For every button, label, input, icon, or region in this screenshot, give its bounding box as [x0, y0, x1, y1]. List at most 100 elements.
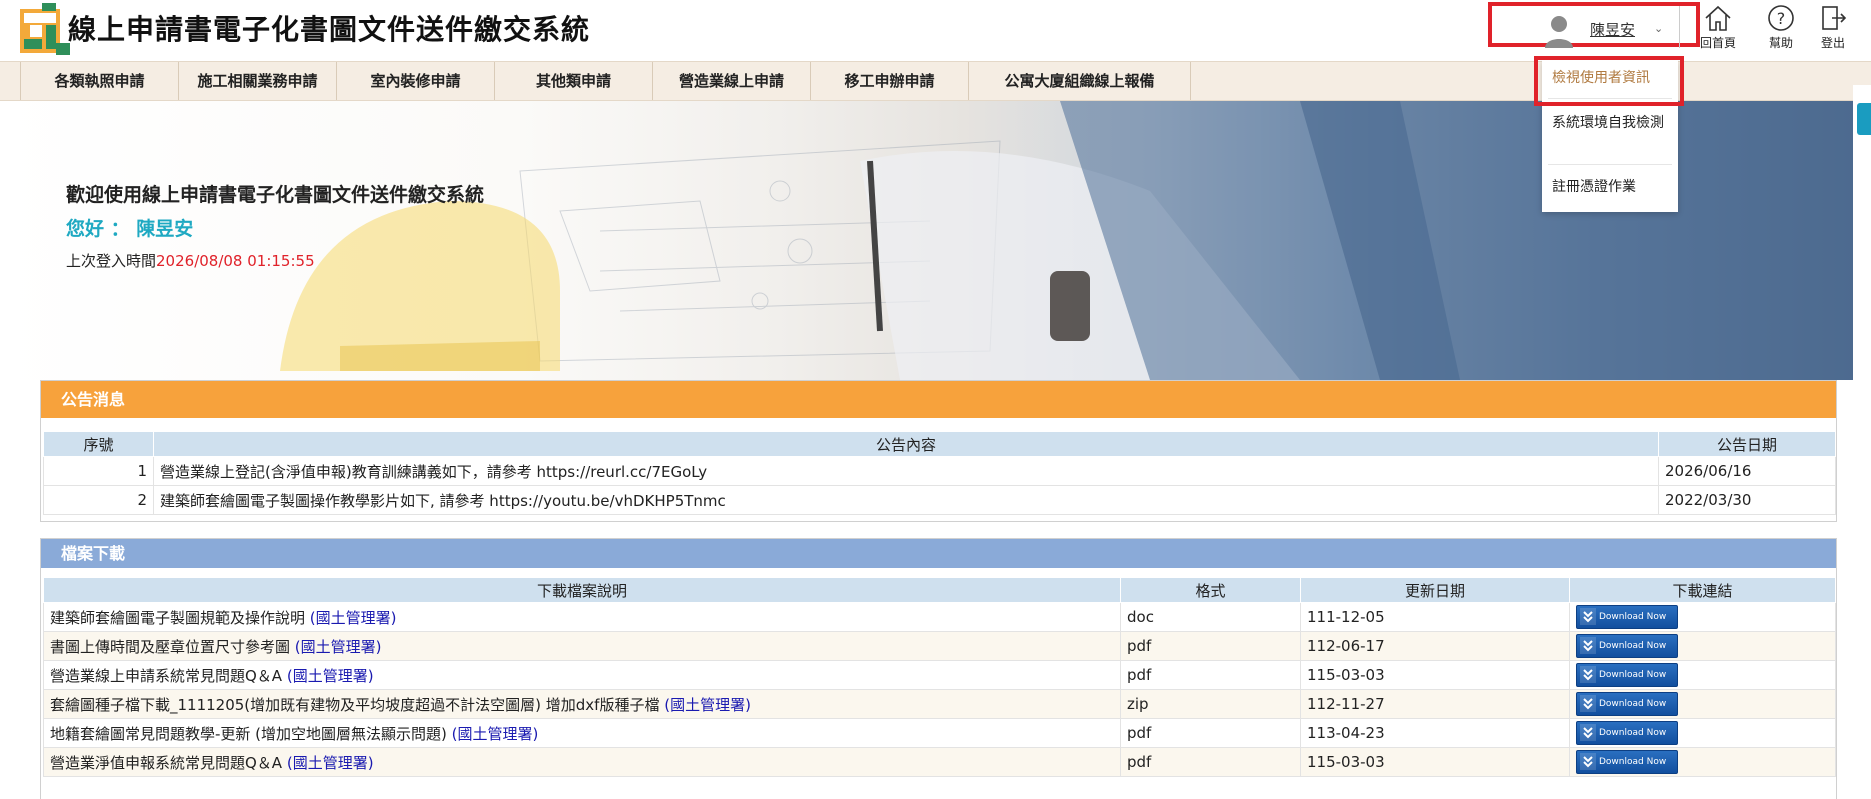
file-desc: 營造業淨值申報系統常見問題Q＆A (國土管理署): [43, 747, 1121, 777]
download-now-button[interactable]: Download Now: [1576, 750, 1678, 774]
files-title: 檔案下載: [41, 539, 1836, 568]
file-format: pdf: [1120, 660, 1301, 690]
source-link[interactable]: (國土管理署): [295, 638, 382, 656]
download-now-button[interactable]: Download Now: [1576, 692, 1678, 716]
help-label: 幫助: [1768, 36, 1793, 50]
menu-divider: [1548, 98, 1672, 99]
chevron-down-icon: ⌄: [1654, 22, 1664, 35]
notice-title: 公告消息: [41, 381, 1836, 418]
notice-table: 序號 公告內容 公告日期 1 營造業線上登記(含淨值申報)教育訓練講義如下，請參…: [43, 431, 1836, 515]
file-format: pdf: [1120, 631, 1301, 661]
nav-item-contractor-online[interactable]: 營造業線上申請: [653, 62, 811, 100]
col-header-content: 公告內容: [153, 431, 1659, 457]
logout-button[interactable]: 登出: [1810, 4, 1856, 54]
col-header-format: 格式: [1120, 577, 1301, 603]
file-updated: 115-03-03: [1300, 747, 1570, 777]
file-format: pdf: [1120, 718, 1301, 748]
col-header-link: 下載連結: [1569, 577, 1836, 603]
download-icon: [1580, 666, 1596, 683]
user-dropdown-menu: 檢視使用者資訊 系統環境自我檢測 註冊憑證作業: [1534, 56, 1684, 212]
right-edge: [1853, 85, 1871, 799]
file-desc: 建築師套繪圖電子製圖規範及操作說明 (國土管理署): [43, 602, 1121, 632]
app-header: 線上申請書電子化書圖文件送件繳交系統 陳昱安 ⌄ 回首頁 ? 幫助 登出: [0, 0, 1871, 61]
nav-item-condo-organization[interactable]: 公寓大廈組織線上報備: [969, 62, 1191, 100]
notice-date: 2026/06/16: [1658, 456, 1836, 486]
file-link-cell: Download Now: [1569, 747, 1836, 777]
nav-item-interior-renovation[interactable]: 室內裝修申請: [337, 62, 495, 100]
source-link[interactable]: (國土管理署): [452, 725, 539, 743]
notice-no: 2: [43, 485, 154, 515]
download-now-button[interactable]: Download Now: [1576, 634, 1678, 658]
table-row: 營造業淨值申報系統常見問題Q＆A (國土管理署) pdf 115-03-03 D…: [43, 747, 1836, 777]
last-login-time: 2026/08/08 01:15:55: [156, 252, 315, 270]
header-divider: [1679, 6, 1680, 48]
download-icon: [1580, 608, 1596, 625]
user-name-link[interactable]: 陳昱安: [1590, 19, 1635, 40]
app-title: 線上申請書電子化書圖文件送件繳交系統: [68, 13, 591, 46]
nav-item-license-application[interactable]: 各類執照申請: [21, 62, 179, 100]
download-now-button[interactable]: Download Now: [1576, 721, 1678, 745]
file-format: doc: [1120, 602, 1301, 632]
file-desc: 地籍套繪圖常見問題教學-更新 (增加空地圖層無法顯示問題) (國土管理署): [43, 718, 1121, 748]
file-desc: 套繪圖種子檔下載_1111205(增加既有建物及平均坡度超過不計法空圖層) 增加…: [43, 689, 1121, 719]
file-format: zip: [1120, 689, 1301, 719]
system-logo-icon: [20, 3, 70, 55]
logout-label: 登出: [1820, 36, 1845, 50]
file-updated: 111-12-05: [1300, 602, 1570, 632]
file-download-panel: 檔案下載 下載檔案說明 格式 更新日期 下載連結 建築師套繪圖電子製圖規範及操作…: [40, 538, 1837, 799]
table-row: 1 營造業線上登記(含淨值申報)教育訓練講義如下，請參考 https://reu…: [43, 456, 1836, 486]
col-header-date: 公告日期: [1658, 431, 1836, 457]
table-row: 建築師套繪圖電子製圖規範及操作說明 (國土管理署) doc 111-12-05 …: [43, 602, 1836, 632]
nav-item-construction-services[interactable]: 施工相關業務申請: [179, 62, 337, 100]
last-login-info: 上次登入時間2026/08/08 01:15:55: [66, 250, 315, 271]
file-link-cell: Download Now: [1569, 660, 1836, 690]
file-format: pdf: [1120, 747, 1301, 777]
download-icon: [1580, 695, 1596, 712]
svg-text:?: ?: [1777, 9, 1786, 28]
col-header-updated: 更新日期: [1300, 577, 1570, 603]
download-now-button[interactable]: Download Now: [1576, 605, 1678, 629]
nav-item-migrant-worker[interactable]: 移工申辦申請: [811, 62, 969, 100]
file-updated: 115-03-03: [1300, 660, 1570, 690]
download-now-button[interactable]: Download Now: [1576, 663, 1678, 687]
menu-divider: [1548, 164, 1672, 165]
nav-item-other-applications[interactable]: 其他類申請: [495, 62, 653, 100]
home-button[interactable]: 回首頁: [1695, 4, 1741, 54]
table-row: 地籍套繪圖常見問題教學-更新 (增加空地圖層無法顯示問題) (國土管理署) pd…: [43, 718, 1836, 748]
notice-no: 1: [43, 456, 154, 486]
col-header-desc: 下載檔案說明: [43, 577, 1121, 603]
file-desc: 書圖上傳時間及壓章位置尺寸參考圖 (國土管理署): [43, 631, 1121, 661]
notice-panel: 公告消息 序號 公告內容 公告日期 1 營造業線上登記(含淨值申報)教育訓練講義…: [40, 380, 1837, 522]
source-link[interactable]: (國土管理署): [287, 667, 374, 685]
file-link-cell: Download Now: [1569, 631, 1836, 661]
file-download-table: 下載檔案說明 格式 更新日期 下載連結 建築師套繪圖電子製圖規範及操作說明 (國…: [43, 577, 1836, 777]
last-login-label: 上次登入時間: [66, 252, 157, 270]
file-link-cell: Download Now: [1569, 602, 1836, 632]
notice-content[interactable]: 營造業線上登記(含淨值申報)教育訓練講義如下，請參考 https://reurl…: [153, 456, 1659, 486]
file-desc: 營造業線上申請系統常見問題Q＆A (國土管理署): [43, 660, 1121, 690]
logout-icon: [1822, 6, 1847, 30]
source-link[interactable]: (國土管理署): [310, 609, 397, 627]
home-icon: [1705, 5, 1731, 31]
table-row: 套繪圖種子檔下載_1111205(增加既有建物及平均坡度超過不計法空圖層) 增加…: [43, 689, 1836, 719]
download-icon: [1580, 753, 1596, 770]
menu-item-view-user-info[interactable]: 檢視使用者資訊: [1552, 70, 1670, 86]
side-panel-tab[interactable]: [1857, 103, 1871, 135]
user-avatar-icon: [1545, 16, 1573, 48]
col-header-no: 序號: [43, 431, 154, 457]
welcome-message: 歡迎使用線上申請書電子化書圖文件送件繳交系統: [66, 184, 485, 206]
table-row: 營造業線上申請系統常見問題Q＆A (國土管理署) pdf 115-03-03 D…: [43, 660, 1836, 690]
help-icon: ?: [1768, 5, 1794, 31]
home-label: 回首頁: [1699, 36, 1736, 50]
notice-date: 2022/03/30: [1658, 485, 1836, 515]
file-link-cell: Download Now: [1569, 689, 1836, 719]
user-menu-toggle[interactable]: 陳昱安 ⌄: [1488, 2, 1700, 48]
notice-content[interactable]: 建築師套繪圖電子製圖操作教學影片如下, 請參考 https://youtu.be…: [153, 485, 1659, 515]
menu-item-system-self-check[interactable]: 系統環境自我檢測: [1552, 115, 1670, 131]
menu-item-register-certificate[interactable]: 註冊憑證作業: [1552, 179, 1670, 195]
greeting-text: 您好 ： 陳昱安: [66, 218, 194, 240]
source-link[interactable]: (國土管理署): [287, 754, 374, 772]
file-updated: 113-04-23: [1300, 718, 1570, 748]
source-link[interactable]: (國土管理署): [664, 696, 751, 714]
help-button[interactable]: ? 幫助: [1758, 4, 1804, 54]
